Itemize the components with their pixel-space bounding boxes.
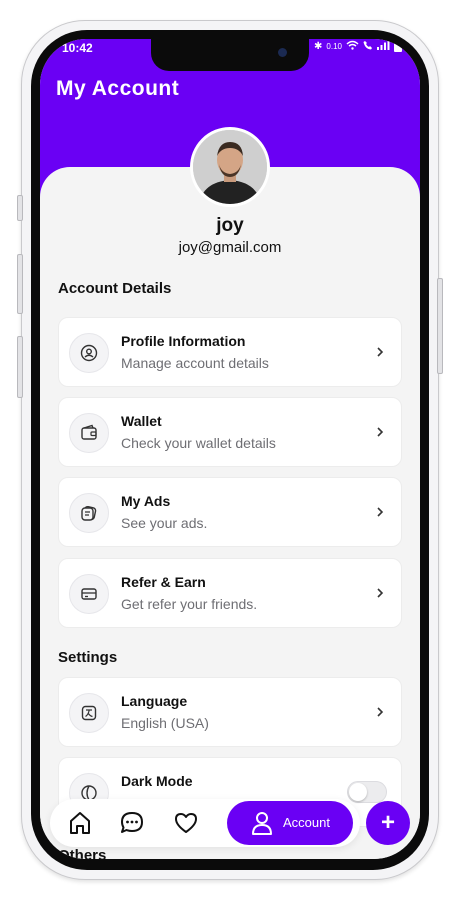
menu-item-subtitle: English (USA): [121, 715, 209, 731]
section-title-others: Others: [58, 847, 107, 859]
menu-item-wallet[interactable]: Wallet Check your wallet details: [58, 397, 402, 467]
signal-icon: [377, 40, 390, 53]
chevron-right-icon: [377, 588, 384, 598]
avatar[interactable]: [190, 127, 270, 207]
toggle-knob: [349, 783, 367, 801]
notch: [151, 39, 309, 71]
app-screen: 10:42 ✱ 0.10 My Account joy joy@gmail.co…: [40, 39, 420, 859]
user-icon: [252, 812, 272, 835]
ads-icon: [69, 493, 109, 533]
menu-item-label: Refer & Earn: [121, 574, 206, 590]
add-button[interactable]: +: [366, 801, 410, 845]
nav-account-label: Account: [283, 815, 330, 830]
bluetooth-icon: ✱: [314, 41, 323, 52]
menu-item-label: My Ads: [121, 493, 171, 509]
net-speed: 0.10: [326, 42, 342, 51]
phone-side-button: [17, 336, 23, 398]
camera-icon: [278, 48, 287, 57]
home-icon[interactable]: [66, 809, 94, 837]
menu-item-subtitle: Get refer your friends.: [121, 596, 258, 612]
menu-item-label: Dark Mode: [121, 773, 193, 789]
user-name: joy: [216, 215, 244, 236]
chevron-right-icon: [377, 507, 384, 517]
wallet-icon: [69, 413, 109, 453]
menu-item-profile-information[interactable]: Profile Information Manage account detai…: [58, 317, 402, 387]
status-time: 10:42: [62, 41, 93, 55]
menu-item-my-ads[interactable]: My Ads See your ads.: [58, 477, 402, 547]
menu-item-label: Language: [121, 693, 188, 709]
menu-item-subtitle: Manage account details: [121, 355, 269, 371]
phone-side-button: [437, 278, 443, 374]
chat-icon[interactable]: [118, 809, 146, 837]
nav-account-button[interactable]: Account: [227, 801, 353, 845]
heart-icon[interactable]: [172, 809, 200, 837]
avatar-photo: [193, 130, 267, 204]
phone-side-button: [17, 195, 23, 221]
section-title-account-details: Account Details: [58, 280, 172, 297]
wifi-icon: [346, 40, 359, 53]
menu-item-refer-earn[interactable]: Refer & Earn Get refer your friends.: [58, 558, 402, 628]
card-icon: [69, 574, 109, 614]
chevron-right-icon: [377, 707, 384, 717]
page-title: My Account: [56, 77, 180, 100]
phone-side-button: [17, 254, 23, 314]
battery-icon: [394, 41, 402, 52]
user-circle-icon: [69, 333, 109, 373]
dark-mode-toggle[interactable]: [347, 781, 387, 803]
translate-icon: [69, 693, 109, 733]
chevron-right-icon: [377, 347, 384, 357]
menu-item-subtitle: See your ads.: [121, 515, 208, 531]
menu-item-label: Profile Information: [121, 333, 246, 349]
status-icons: ✱ 0.10: [314, 40, 402, 53]
chevron-right-icon: [377, 427, 384, 437]
menu-item-language[interactable]: Language English (USA): [58, 677, 402, 747]
user-email: joy@gmail.com: [178, 239, 282, 256]
menu-item-label: Wallet: [121, 413, 162, 429]
call-icon: [363, 40, 373, 53]
section-title-settings: Settings: [58, 649, 118, 666]
menu-item-subtitle: Check your wallet details: [121, 435, 276, 451]
